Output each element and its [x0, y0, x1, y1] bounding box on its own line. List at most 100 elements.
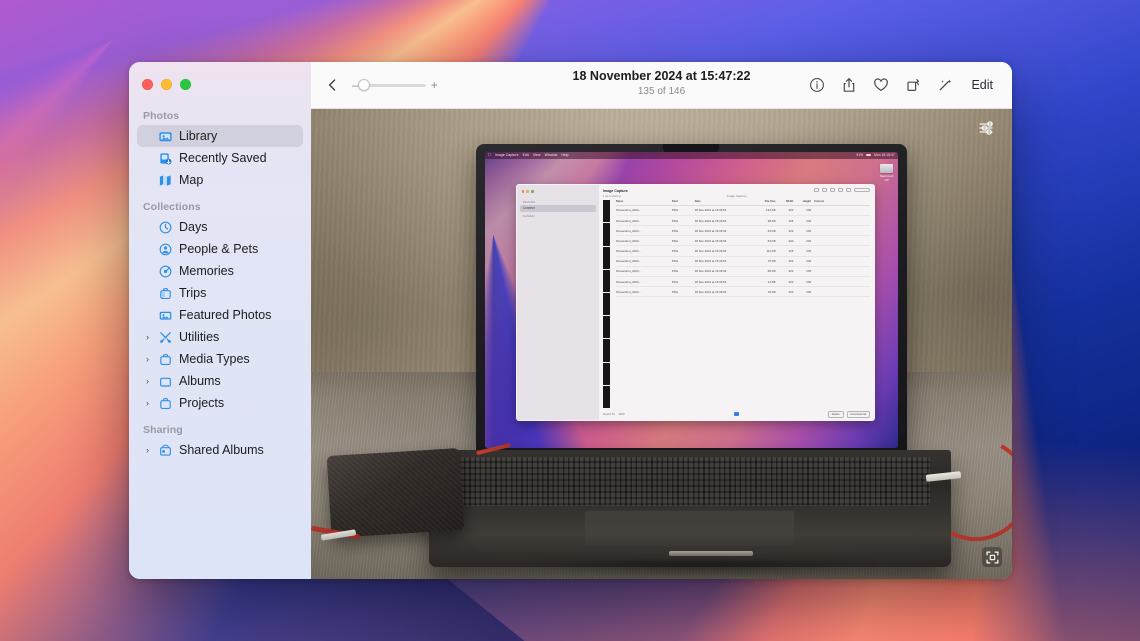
menu-item-view: View — [529, 153, 541, 158]
sidebar-item-albums[interactable]: › Albums — [137, 370, 303, 392]
zoom-in-label[interactable]: + — [431, 79, 438, 91]
clock-icon — [158, 220, 173, 235]
table-row: Screenshot_2024... PNG 18 Nov 2024 at 15… — [615, 267, 871, 278]
sidebar-item-shared-albums[interactable]: › Shared Albums — [137, 439, 303, 461]
zoom-slider-track[interactable] — [357, 79, 426, 91]
zoom-slider-knob[interactable] — [357, 79, 370, 91]
cell-extra — [814, 249, 870, 253]
table-row: Screenshot_2024... PNG 18 Nov 2024 at 15… — [615, 257, 871, 267]
sidebar-item-media-types[interactable]: › Media Types — [137, 348, 303, 370]
image-capture-traffic-lights — [520, 189, 596, 198]
zoom-to-fit-button[interactable] — [982, 547, 1002, 567]
sidebar-item-label: Trips — [179, 286, 207, 300]
cell-height: 240 — [806, 218, 812, 223]
table-row: Screenshot_2024... PNG 18 Nov 2024 at 15… — [615, 236, 871, 247]
sidebar-item-label: Shared Albums — [179, 443, 264, 457]
macbook-lid-lip — [668, 550, 753, 556]
sidebar-item-recently-saved[interactable]: › Recently Saved — [137, 147, 303, 169]
zoom-slider[interactable]: – + — [352, 79, 438, 91]
sidebar-item-label: Map — [179, 173, 204, 187]
table-row: Screenshot_2024... PNG 18 Nov 2024 at 15… — [615, 246, 871, 257]
back-button[interactable] — [319, 72, 345, 98]
devices-header: DEVICES — [522, 199, 536, 204]
content-area: – + 18 November 2024 at 15:47:22 135 of … — [311, 62, 1012, 579]
zoom-button[interactable] — [180, 79, 191, 90]
cell-size: 43 KB — [767, 228, 776, 233]
cell-width: 325 — [788, 249, 794, 254]
cell-size: 63 KB — [767, 238, 776, 243]
cell-height: 240 — [806, 238, 812, 243]
sidebar-item-trips[interactable]: › Trips — [137, 282, 303, 304]
table-row: Screenshot_2024... PNG 18 Nov 2024 at 15… — [615, 216, 871, 227]
cell-name: Screenshot_2024... — [615, 208, 641, 213]
memories-icon — [158, 264, 173, 279]
chevron-right-icon[interactable]: › — [143, 445, 152, 455]
thumbnail-filmstrip — [602, 200, 610, 408]
external-ssd-drive — [326, 448, 465, 539]
cell-kind: PNG — [671, 218, 679, 223]
cell-kind: PNG — [671, 228, 679, 233]
sidebar-item-label: Recently Saved — [179, 151, 267, 165]
toolbar-icon-3 — [830, 188, 836, 193]
sidebar-item-label: Memories — [179, 264, 234, 278]
table-row: Screenshot_2024... PNG 18 Nov 2024 at 15… — [615, 226, 871, 237]
photo-viewer[interactable]:  Image Capture Edit View Window Help 91… — [311, 109, 1012, 579]
sidebar-item-library[interactable]: › Library — [137, 125, 303, 147]
cell-date: 18 Nov 2024 at 15:33:54 — [694, 208, 727, 213]
cell-height: 240 — [806, 208, 812, 213]
cell-date: 18 Nov 2024 at 15:33:54 — [694, 238, 727, 243]
info-button[interactable] — [804, 72, 830, 98]
cell-kind: PNG — [671, 208, 679, 213]
edit-button[interactable]: Edit — [964, 75, 1000, 95]
zoom-to-fit-icon — [986, 551, 998, 563]
sidebar-item-projects[interactable]: › Projects — [137, 392, 303, 414]
shared-header: SHARED — [522, 214, 535, 219]
sidebar-item-people-and-pets[interactable]: › People & Pets — [137, 238, 303, 260]
cell-name: Screenshot_2024... — [615, 289, 641, 294]
favourite-button[interactable] — [868, 72, 894, 98]
image-capture-footer: Import To: 1970 Delete Download All — [603, 410, 871, 418]
battery-icon — [866, 153, 872, 157]
trips-bag-icon — [158, 286, 173, 301]
cell-extra — [814, 229, 870, 233]
close-button[interactable] — [142, 79, 153, 90]
utilities-icon — [158, 330, 173, 345]
thumbnail — [602, 339, 610, 362]
chevron-right-icon[interactable]: › — [143, 398, 152, 408]
search-field — [854, 188, 871, 193]
cell-size: 19 KB — [767, 289, 776, 294]
projects-folder-icon — [158, 396, 173, 411]
sidebar: Photos › Library › Recently Saved — [129, 62, 311, 579]
adjustments-sliders-icon — [979, 121, 993, 135]
hard-drive-icon — [880, 163, 894, 173]
adjustments-button[interactable] — [977, 119, 999, 137]
toolbar-icon-1 — [814, 188, 820, 193]
sidebar-item-featured-photos[interactable]: › Featured Photos — [137, 304, 303, 326]
chevron-right-icon[interactable]: › — [143, 332, 152, 342]
sidebar-item-label: Library — [179, 129, 218, 143]
minimize-button[interactable] — [161, 79, 172, 90]
sidebar-item-label: People & Pets — [179, 242, 259, 256]
rotate-button[interactable] — [900, 72, 926, 98]
sidebar-item-memories[interactable]: › Memories — [137, 260, 303, 282]
thumbnail — [602, 385, 610, 408]
cell-extra — [814, 269, 870, 273]
chevron-right-icon[interactable]: › — [143, 376, 152, 386]
sidebar-item-map[interactable]: › Map — [137, 169, 303, 191]
cell-extra — [814, 259, 870, 263]
window-traffic-lights — [129, 70, 311, 100]
cell-name: Screenshot_2024... — [615, 279, 641, 284]
minimize-icon — [526, 190, 529, 193]
column-header-name: Name — [615, 200, 624, 204]
sidebar-item-utilities[interactable]: › Utilities — [137, 326, 303, 348]
cell-height: 240 — [806, 228, 812, 233]
zoom-icon — [530, 190, 534, 193]
sidebar-item-days[interactable]: › Days — [137, 216, 303, 238]
cell-width: 322 — [788, 208, 794, 213]
column-header-date: Date — [694, 200, 701, 204]
sidebar-section-photos-header: Photos — [143, 110, 180, 122]
info-icon — [810, 78, 825, 92]
share-button[interactable] — [836, 72, 862, 98]
chevron-right-icon[interactable]: › — [143, 354, 152, 364]
auto-enhance-button[interactable] — [932, 72, 958, 98]
